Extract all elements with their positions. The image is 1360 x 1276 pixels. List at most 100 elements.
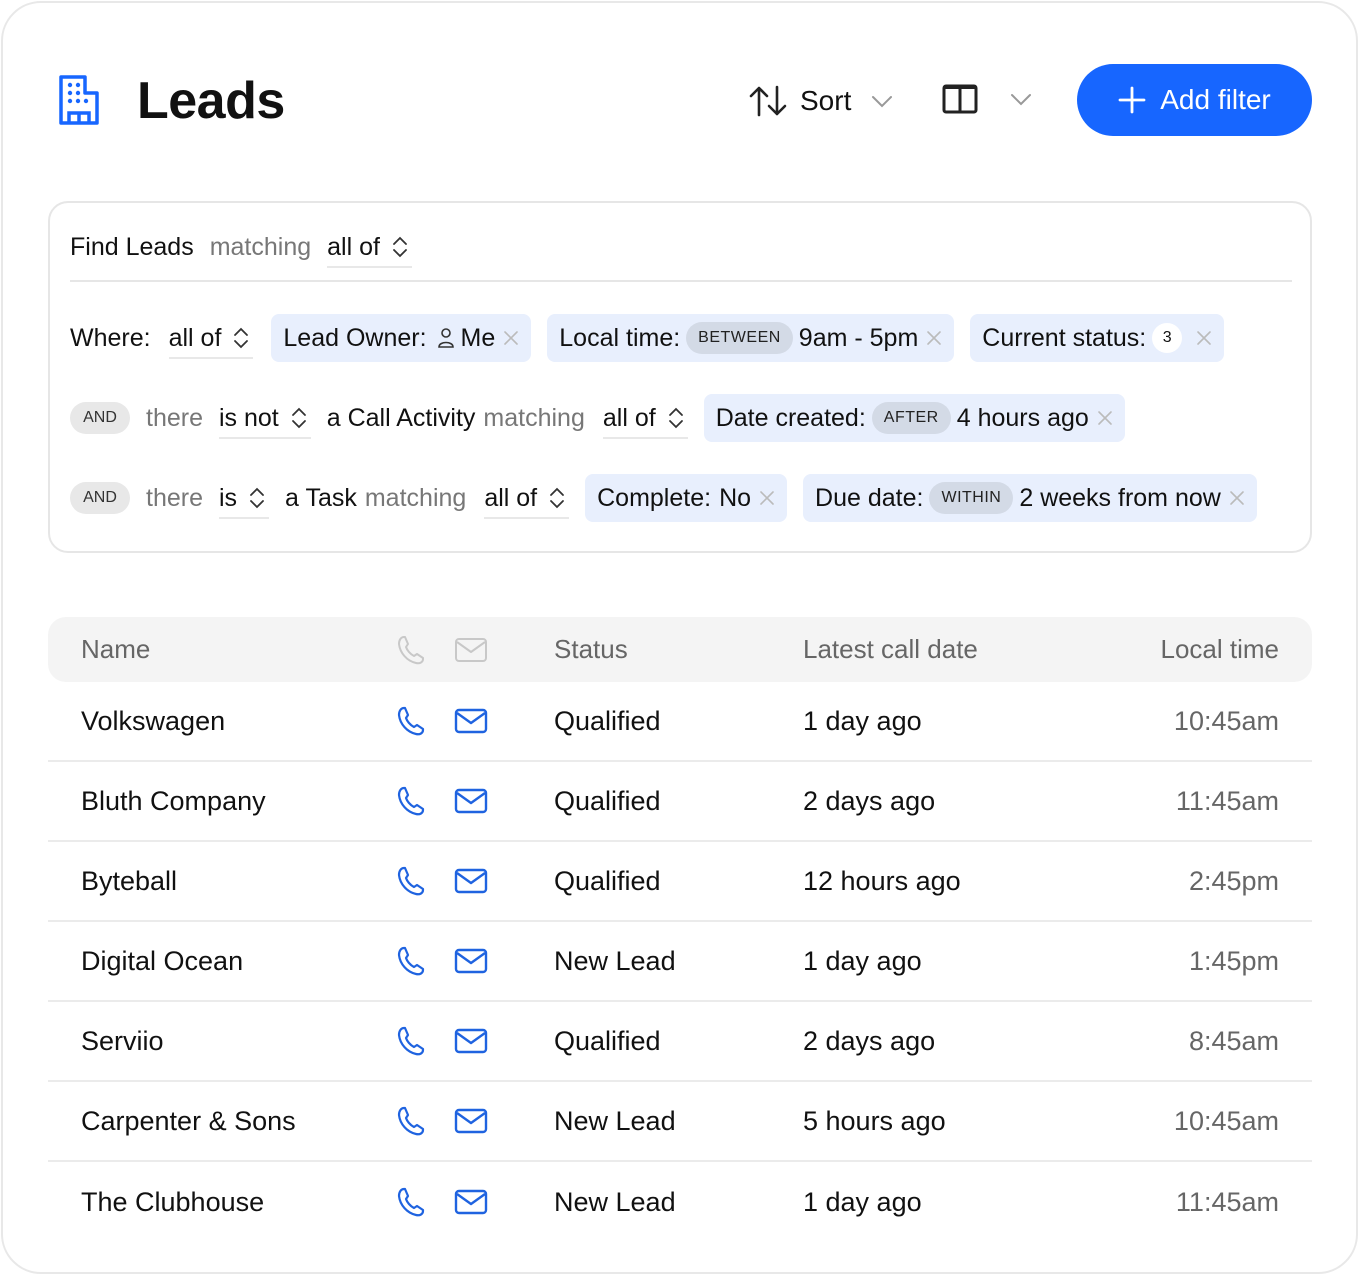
call-button[interactable]: [396, 762, 426, 840]
close-icon[interactable]: [1097, 410, 1113, 426]
existence-select[interactable]: is: [218, 483, 270, 519]
table-row[interactable]: Volkswagen Qualified 1 day ago 10:45am: [48, 682, 1312, 762]
table-row[interactable]: Byteball Qualified 12 hours ago 2:45pm: [48, 842, 1312, 922]
close-icon[interactable]: [1196, 330, 1212, 346]
filter-chip-lead-owner[interactable]: Lead Owner: Me: [271, 314, 532, 362]
call-button[interactable]: [396, 922, 426, 1000]
call-button[interactable]: [396, 1002, 426, 1080]
email-button[interactable]: [454, 762, 488, 840]
latest-call-date: 2 days ago: [803, 785, 936, 816]
and-conjunction-badge: AND: [70, 482, 130, 514]
add-filter-label: Add filter: [1160, 84, 1271, 115]
lead-status: Qualified: [554, 705, 661, 736]
chip-count-badge: 3: [1152, 323, 1183, 353]
root-match-select[interactable]: all of: [327, 233, 412, 268]
lead-name[interactable]: Volkswagen: [81, 682, 225, 760]
column-header-local-time[interactable]: Local time: [1161, 617, 1280, 682]
page-title: Leads: [137, 72, 285, 130]
close-icon[interactable]: [759, 490, 775, 506]
matching-label: matching: [209, 232, 312, 261]
sort-button[interactable]: Sort: [748, 80, 893, 122]
chip-field: Complete:: [597, 483, 712, 512]
column-header-name[interactable]: Name: [81, 617, 150, 682]
phone-icon: [397, 706, 425, 736]
column-view-button[interactable]: [942, 83, 1032, 115]
email-button[interactable]: [454, 1002, 488, 1080]
lead-name[interactable]: Serviio: [81, 1002, 164, 1080]
local-time: 10:45am: [1173, 1105, 1279, 1136]
mail-icon: [454, 788, 488, 814]
call-button[interactable]: [396, 1162, 426, 1242]
where-match-value: all of: [168, 323, 222, 352]
filter-divider: [70, 280, 1292, 282]
filter-group-call-activity: AND there is not a Call Activity matchin…: [70, 394, 1125, 442]
table-row[interactable]: The Clubhouse New Lead 1 day ago 11:45am: [48, 1162, 1312, 1242]
close-icon[interactable]: [1229, 490, 1245, 506]
and-conjunction-badge: AND: [70, 402, 130, 434]
call-button[interactable]: [396, 842, 426, 920]
table-row[interactable]: Serviio Qualified 2 days ago 8:45am: [48, 1002, 1312, 1082]
lead-status: Qualified: [554, 1025, 661, 1056]
group-match-select[interactable]: all of: [602, 404, 688, 439]
leads-table: Name Status Latest call date Local time …: [48, 617, 1312, 1242]
lead-name[interactable]: The Clubhouse: [81, 1162, 264, 1242]
column-header-latest-call[interactable]: Latest call date: [803, 617, 978, 682]
lead-name[interactable]: Carpenter & Sons: [81, 1082, 296, 1160]
filter-chip-date-created[interactable]: Date created: AFTER 4 hours ago: [703, 394, 1125, 442]
call-button[interactable]: [396, 682, 426, 760]
matching-label: matching: [364, 483, 467, 512]
filter-chip-due-date[interactable]: Due date: WITHIN 2 weeks from now: [803, 474, 1257, 522]
table-row[interactable]: Bluth Company Qualified 2 days ago 11:45…: [48, 762, 1312, 842]
phone-icon: [397, 1187, 425, 1217]
chip-value: 2 weeks from now: [1019, 483, 1221, 512]
filter-group-task: AND there is a Task matching all of Comp…: [70, 474, 1257, 522]
existence-select[interactable]: is not: [218, 404, 311, 439]
lead-name[interactable]: Byteball: [81, 842, 177, 920]
filter-chip-complete[interactable]: Complete: No: [585, 474, 788, 522]
column-header-status[interactable]: Status: [554, 617, 628, 682]
email-button[interactable]: [454, 1082, 488, 1160]
sort-arrows-icon: [749, 85, 787, 117]
filter-panel: Find Leads matching all of Where: all of…: [48, 201, 1312, 553]
existence-value: is: [218, 483, 238, 512]
lead-name[interactable]: Bluth Company: [81, 762, 266, 840]
chip-value: No: [719, 483, 752, 512]
email-button[interactable]: [454, 922, 488, 1000]
up-down-chevron-icon: [291, 407, 306, 429]
columns-icon: [942, 84, 978, 114]
chip-field: Local time:: [559, 323, 681, 352]
mail-icon: [454, 868, 488, 894]
where-match-select[interactable]: all of: [168, 323, 254, 359]
call-button[interactable]: [396, 1082, 426, 1160]
lead-status: Qualified: [554, 785, 661, 816]
up-down-chevron-icon: [550, 487, 565, 509]
building-icon: [59, 75, 99, 125]
matching-label: matching: [483, 403, 585, 432]
chip-value: 9am - 5pm: [798, 323, 919, 352]
table-row[interactable]: Carpenter & Sons New Lead 5 hours ago 10…: [48, 1082, 1312, 1162]
lead-status: New Lead: [554, 1186, 676, 1217]
filter-chip-current-status[interactable]: Current status: 3: [970, 314, 1225, 362]
chip-value: Me: [460, 323, 496, 352]
table-row[interactable]: Digital Ocean New Lead 1 day ago 1:45pm: [48, 922, 1312, 1002]
table-body: Volkswagen Qualified 1 day ago 10:45am B…: [48, 682, 1312, 1242]
local-time: 10:45am: [1173, 705, 1279, 736]
plus-icon: [1118, 86, 1146, 114]
local-time: 11:45am: [1175, 1186, 1279, 1217]
add-filter-button[interactable]: Add filter: [1077, 64, 1312, 136]
group-match-value: all of: [484, 483, 538, 512]
lead-name[interactable]: Digital Ocean: [81, 922, 243, 1000]
filter-chip-local-time[interactable]: Local time: BETWEEN 9am - 5pm: [547, 314, 955, 362]
close-icon[interactable]: [503, 330, 519, 346]
up-down-chevron-icon: [668, 407, 683, 429]
latest-call-date: 5 hours ago: [803, 1105, 946, 1136]
local-time: 11:45am: [1175, 785, 1279, 816]
close-icon[interactable]: [926, 330, 942, 346]
email-button[interactable]: [454, 682, 488, 760]
email-button[interactable]: [454, 1162, 488, 1242]
phone-icon: [398, 635, 424, 664]
email-button[interactable]: [454, 842, 488, 920]
phone-icon: [397, 786, 425, 816]
group-match-select[interactable]: all of: [484, 483, 570, 519]
where-row: Where: all of Lead Owner: Me Local time:…: [70, 314, 1225, 362]
